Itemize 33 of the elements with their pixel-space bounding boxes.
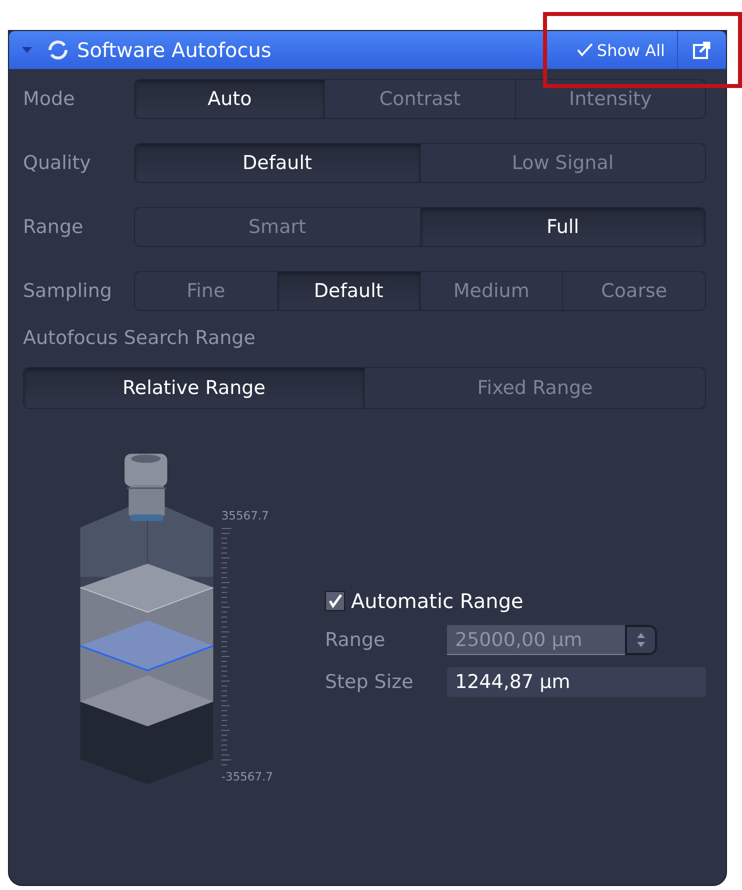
- caret-icon: [21, 46, 33, 54]
- segment-option[interactable]: Fine: [135, 272, 278, 310]
- pop-out-icon: [692, 40, 712, 60]
- range-tab[interactable]: Relative Range: [24, 368, 365, 408]
- field-label: Step Size: [325, 671, 414, 693]
- segment-option[interactable]: Contrast: [325, 80, 516, 118]
- segment-option[interactable]: Medium: [420, 272, 564, 310]
- automatic-range-checkbox[interactable]: Automatic Range: [325, 589, 706, 613]
- panel-title: Software Autofocus: [77, 38, 272, 62]
- row-label: Mode: [23, 88, 76, 110]
- segment-option[interactable]: Smart: [135, 208, 420, 246]
- scale-max-label: 35567.7: [221, 508, 269, 522]
- range-tab[interactable]: Fixed Range: [365, 368, 705, 408]
- segment-option[interactable]: Coarse: [563, 272, 705, 310]
- up-down-arrows-icon: [636, 631, 646, 649]
- field-label: Range: [325, 629, 386, 651]
- show-all-toggle[interactable]: Show All: [564, 31, 678, 69]
- segment-option[interactable]: Intensity: [516, 80, 705, 118]
- segment-option[interactable]: Auto: [135, 80, 326, 118]
- row-label: Range: [23, 216, 84, 238]
- spin-button[interactable]: [625, 625, 657, 655]
- row-label: Sampling: [23, 280, 113, 302]
- checkmark-icon: [576, 43, 593, 57]
- row-label: Quality: [23, 152, 92, 174]
- checkbox[interactable]: [325, 591, 345, 611]
- segment-option[interactable]: Low Signal: [420, 144, 705, 182]
- segment-option[interactable]: Default: [135, 144, 420, 182]
- section-heading: Autofocus Search Range: [23, 327, 256, 349]
- refresh-icon: [47, 39, 69, 61]
- segment-option[interactable]: Default: [278, 272, 420, 310]
- scale-min-label: -35567.7: [221, 769, 273, 784]
- segment-option[interactable]: Full: [420, 208, 705, 246]
- step-size-input[interactable]: 1244,87 µm: [447, 667, 706, 697]
